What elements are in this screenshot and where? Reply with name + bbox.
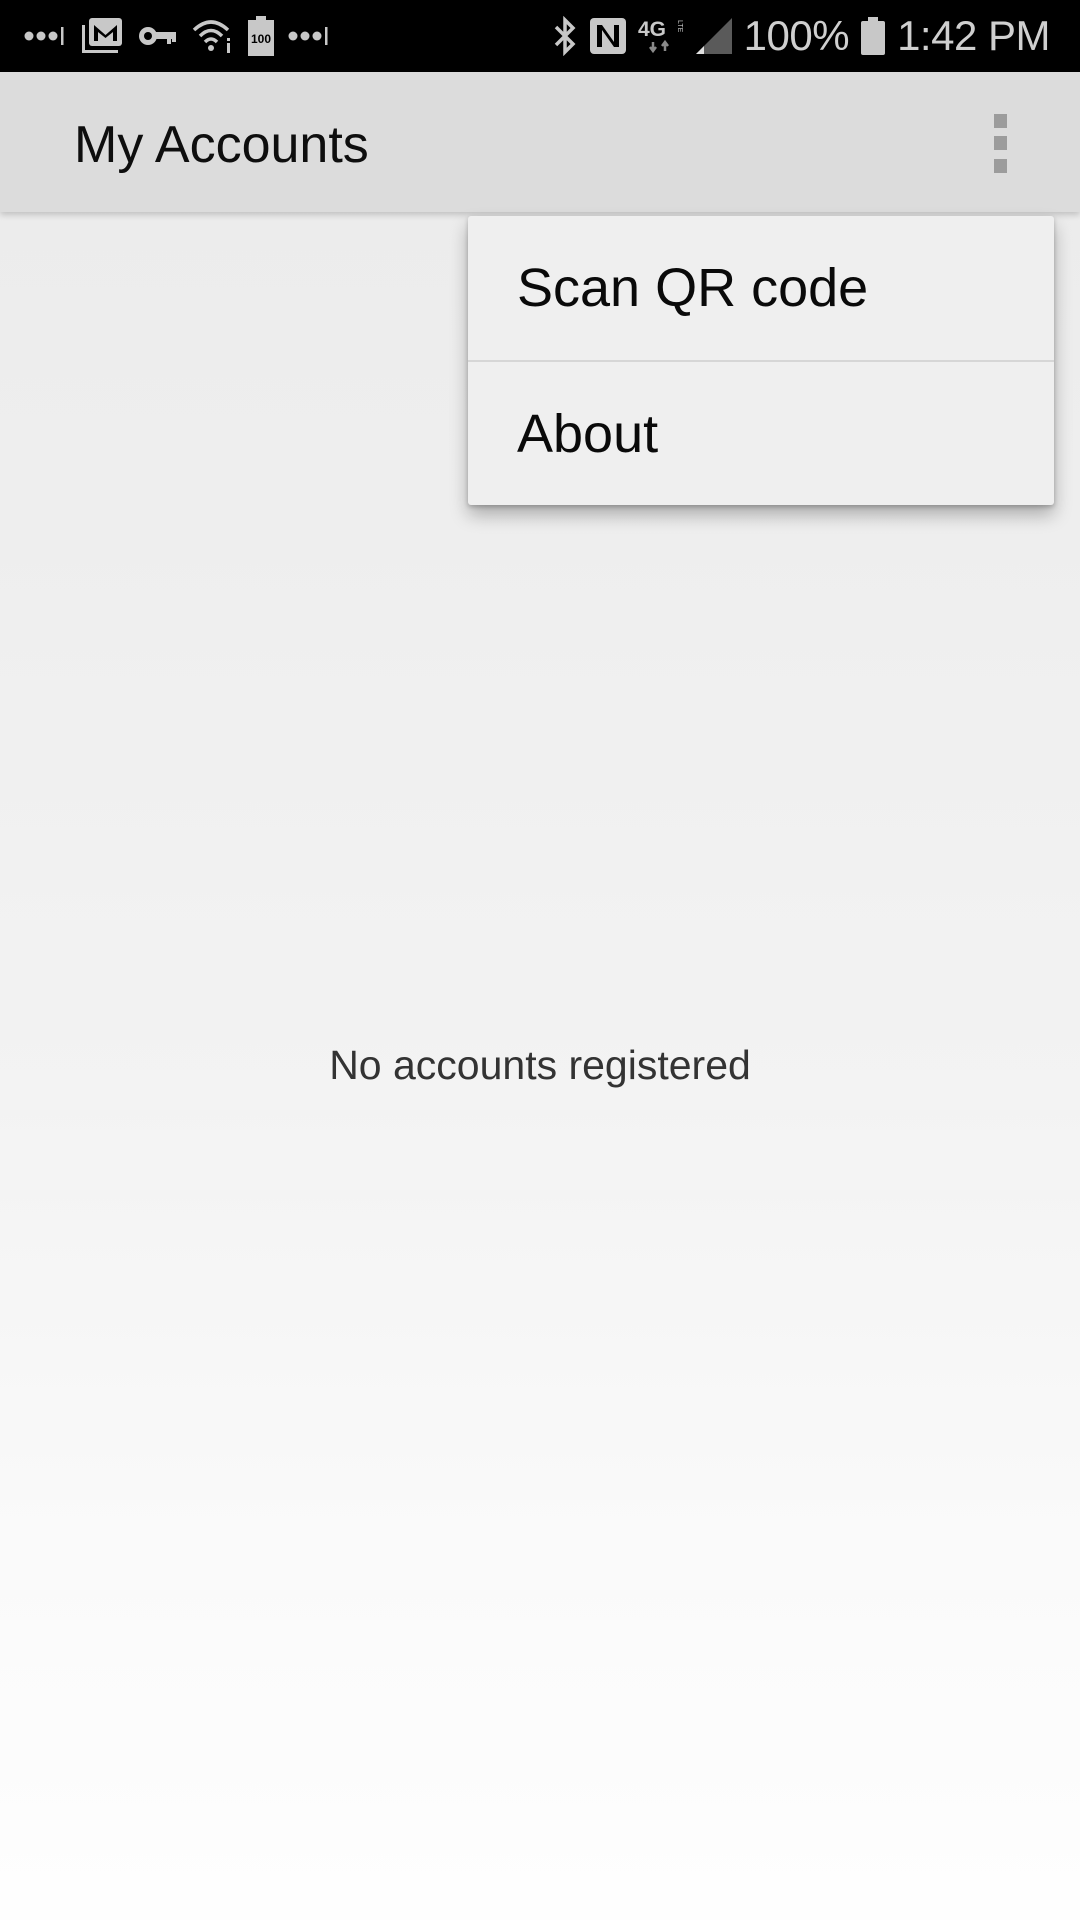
status-bar-right: 4G LTE 100% 1:42 PM: [552, 0, 1050, 72]
nfc-icon: [589, 18, 626, 54]
more-vert-icon-dot: [994, 159, 1007, 173]
signal-dots-icon-2: [288, 24, 332, 48]
menu-item-label: Scan QR code: [517, 258, 869, 318]
overflow-menu: Scan QR code About: [468, 216, 1054, 505]
more-vert-icon: [994, 114, 1007, 128]
menu-item-about[interactable]: About: [468, 362, 1054, 506]
gmail-icon: [82, 17, 124, 55]
wifi-icon: [192, 18, 234, 54]
empty-state-message: No accounts registered: [329, 1042, 751, 1088]
battery-100-icon: 100: [248, 16, 274, 56]
network-sub-label: LTE: [676, 20, 683, 33]
battery-widget-label: 100: [251, 32, 271, 46]
battery-percent: 100%: [743, 12, 850, 59]
clock: 1:42 PM: [897, 12, 1050, 59]
battery-icon: [861, 17, 886, 55]
vpn-key-icon: [138, 24, 178, 48]
more-vert-icon-dot: [994, 136, 1007, 150]
4g-lte-icon: 4G LTE: [638, 16, 684, 56]
menu-item-scan-qr-code[interactable]: Scan QR code: [468, 216, 1054, 360]
cell-signal-icon: [695, 18, 732, 54]
menu-item-label: About: [517, 404, 659, 464]
app-bar: My Accounts: [0, 72, 1080, 212]
status-bar: 100 4G LTE 100% 1:42 PM: [0, 0, 1080, 72]
signal-dots-icon: [24, 24, 68, 48]
page-title: My Accounts: [74, 116, 369, 174]
status-bar-left: 100: [24, 0, 332, 72]
bluetooth-icon: [552, 16, 578, 56]
network-label: 4G: [638, 18, 666, 41]
overflow-menu-button[interactable]: [970, 92, 1030, 192]
